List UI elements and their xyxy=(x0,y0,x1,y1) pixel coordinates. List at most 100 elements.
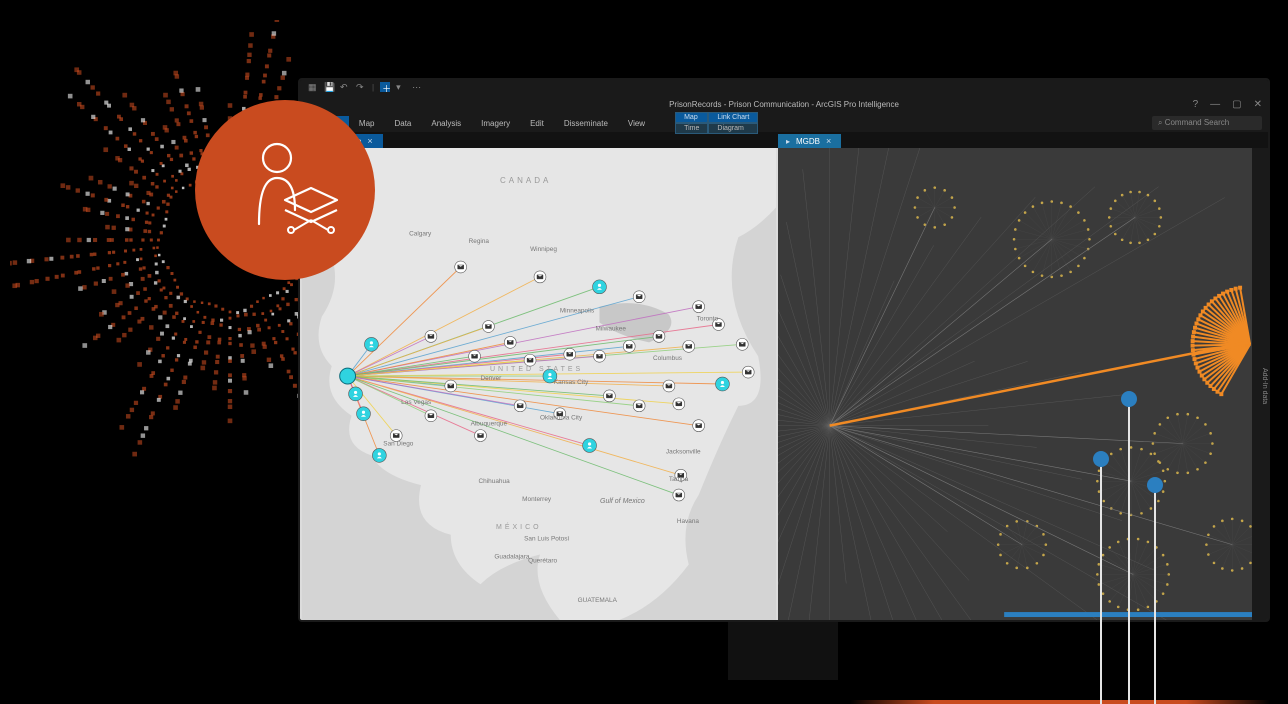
overlay-stick xyxy=(1154,486,1156,704)
product-badge xyxy=(195,100,375,280)
ribbon-tabs: Project Map Data Analysis Imagery Edit D… xyxy=(300,114,1268,132)
city-label: Albuquerque xyxy=(471,421,508,428)
more-icon[interactable]: ⋯ xyxy=(412,82,422,92)
map-node[interactable] xyxy=(693,420,705,432)
map-node[interactable] xyxy=(564,348,576,360)
app-menu-icon[interactable]: ▦ xyxy=(308,82,318,92)
map-node[interactable] xyxy=(357,407,371,421)
city-label: Winnipeg xyxy=(530,246,557,253)
monitor-stand xyxy=(728,620,838,680)
titlebar: PrisonRecords - Prison Communication - A… xyxy=(300,94,1268,114)
add-icon[interactable]: ＋ xyxy=(380,82,390,92)
city-label: Guadalajara xyxy=(494,554,529,561)
map-node[interactable] xyxy=(475,430,487,442)
close-icon[interactable]: ✕ xyxy=(1254,99,1262,110)
map-node[interactable] xyxy=(534,271,546,283)
map-canvas[interactable]: Calgary Regina Winnipeg Minneapolis Milwauke… xyxy=(300,148,778,620)
redo-icon[interactable]: ↷ xyxy=(356,82,366,92)
user-layers-icon xyxy=(225,130,345,250)
tab-imagery[interactable]: Imagery xyxy=(471,116,520,131)
tab-analysis[interactable]: Analysis xyxy=(421,116,471,131)
doc-tab-mgdb[interactable]: ▸ MGDB× xyxy=(778,134,841,148)
map-node[interactable] xyxy=(514,400,526,412)
tab-view[interactable]: View xyxy=(618,116,655,131)
city-label: Calgary xyxy=(409,230,432,237)
city-label: San Diego xyxy=(383,440,413,447)
map-node[interactable] xyxy=(425,410,437,422)
tab-disseminate[interactable]: Disseminate xyxy=(554,116,618,131)
search-icon: ⌕ xyxy=(1158,118,1165,127)
overlay-stick xyxy=(1128,400,1130,704)
window-controls: ? ― ▢ ✕ xyxy=(1193,99,1262,110)
close-tab-icon[interactable]: × xyxy=(826,136,831,146)
tab-map[interactable]: Map xyxy=(349,116,385,131)
country-label: CANADA xyxy=(500,176,551,185)
side-panel-strip[interactable]: Add-In data xyxy=(1252,148,1268,620)
map-node[interactable] xyxy=(364,337,378,351)
city-label: Milwaukee xyxy=(596,325,627,332)
panes: Calgary Regina Winnipeg Minneapolis Milwauke… xyxy=(300,148,1268,620)
city-label: Monterrey xyxy=(522,496,552,503)
folder-icon[interactable]: ▾ xyxy=(396,82,406,92)
country-label: MÉXICO xyxy=(496,524,542,531)
city-label: Toronto xyxy=(697,316,719,323)
undo-icon[interactable]: ↶ xyxy=(340,82,350,92)
map-node[interactable] xyxy=(583,439,597,453)
map-node[interactable] xyxy=(742,366,754,378)
city-label: Minneapolis xyxy=(560,308,594,315)
map-node[interactable] xyxy=(455,261,467,273)
contextual-tab-group: Map Time Link Chart Diagram xyxy=(675,112,758,134)
maximize-icon[interactable]: ▢ xyxy=(1232,99,1241,110)
window-title: PrisonRecords - Prison Communication - A… xyxy=(669,100,899,109)
map-node[interactable] xyxy=(594,350,606,362)
city-label: Chihuahua xyxy=(479,478,511,485)
document-tabs-right: ▸ MGDB× xyxy=(778,132,1268,148)
map-node[interactable] xyxy=(653,330,665,342)
map-node[interactable] xyxy=(372,448,386,462)
map-node[interactable] xyxy=(425,330,437,342)
map-node[interactable] xyxy=(673,398,685,410)
city-label: GUATEMALA xyxy=(578,597,618,604)
map-node[interactable] xyxy=(736,338,748,350)
city-label: Denver xyxy=(480,375,502,382)
tab-data[interactable]: Data xyxy=(384,116,421,131)
map-node[interactable] xyxy=(716,377,730,391)
map-node[interactable] xyxy=(445,380,457,392)
city-label: Kansas City xyxy=(554,379,589,386)
close-tab-icon[interactable]: × xyxy=(367,136,372,146)
map-node[interactable] xyxy=(603,390,615,402)
city-label: Havana xyxy=(677,518,700,525)
map-pane[interactable]: Calgary Regina Winnipeg Minneapolis Milwauke… xyxy=(300,148,778,620)
city-label: Oklahoma City xyxy=(540,415,583,422)
map-node[interactable] xyxy=(623,340,635,352)
city-label: Querétaro xyxy=(528,557,557,564)
command-search[interactable]: ⌕ Command Search xyxy=(1152,116,1262,130)
map-node[interactable] xyxy=(633,291,645,303)
link-chart-pane[interactable]: ▸ MGDB× xyxy=(778,148,1268,620)
help-icon[interactable]: ? xyxy=(1193,99,1199,110)
country-label: UNITED STATES xyxy=(490,366,583,373)
map-node[interactable] xyxy=(524,354,536,366)
overlay-stick xyxy=(1100,460,1102,704)
map-node[interactable] xyxy=(504,336,516,348)
map-node[interactable] xyxy=(482,321,494,333)
app-window: ▦ 💾 ↶ ↷ | ＋ ▾ ⋯ PrisonRecords - Prison C… xyxy=(298,78,1270,622)
map-node[interactable] xyxy=(593,280,607,294)
city-label: Tampa xyxy=(669,476,689,483)
monitor-base xyxy=(850,700,1270,704)
map-node[interactable] xyxy=(633,400,645,412)
map-node[interactable] xyxy=(469,350,481,362)
city-label: Regina xyxy=(469,238,490,245)
map-node[interactable] xyxy=(693,301,705,313)
map-node[interactable] xyxy=(349,387,363,401)
minimize-icon[interactable]: ― xyxy=(1210,99,1220,110)
city-label: Columbus xyxy=(653,355,682,362)
map-node[interactable] xyxy=(673,489,685,501)
graph-canvas[interactable] xyxy=(778,148,1268,620)
map-node[interactable] xyxy=(663,380,675,392)
map-node[interactable] xyxy=(683,340,695,352)
tab-edit[interactable]: Edit xyxy=(520,116,554,131)
save-icon[interactable]: 💾 xyxy=(324,82,334,92)
sea-label: Gulf of Mexico xyxy=(600,498,645,505)
quick-access-toolbar: ▦ 💾 ↶ ↷ | ＋ ▾ ⋯ xyxy=(300,80,1268,94)
